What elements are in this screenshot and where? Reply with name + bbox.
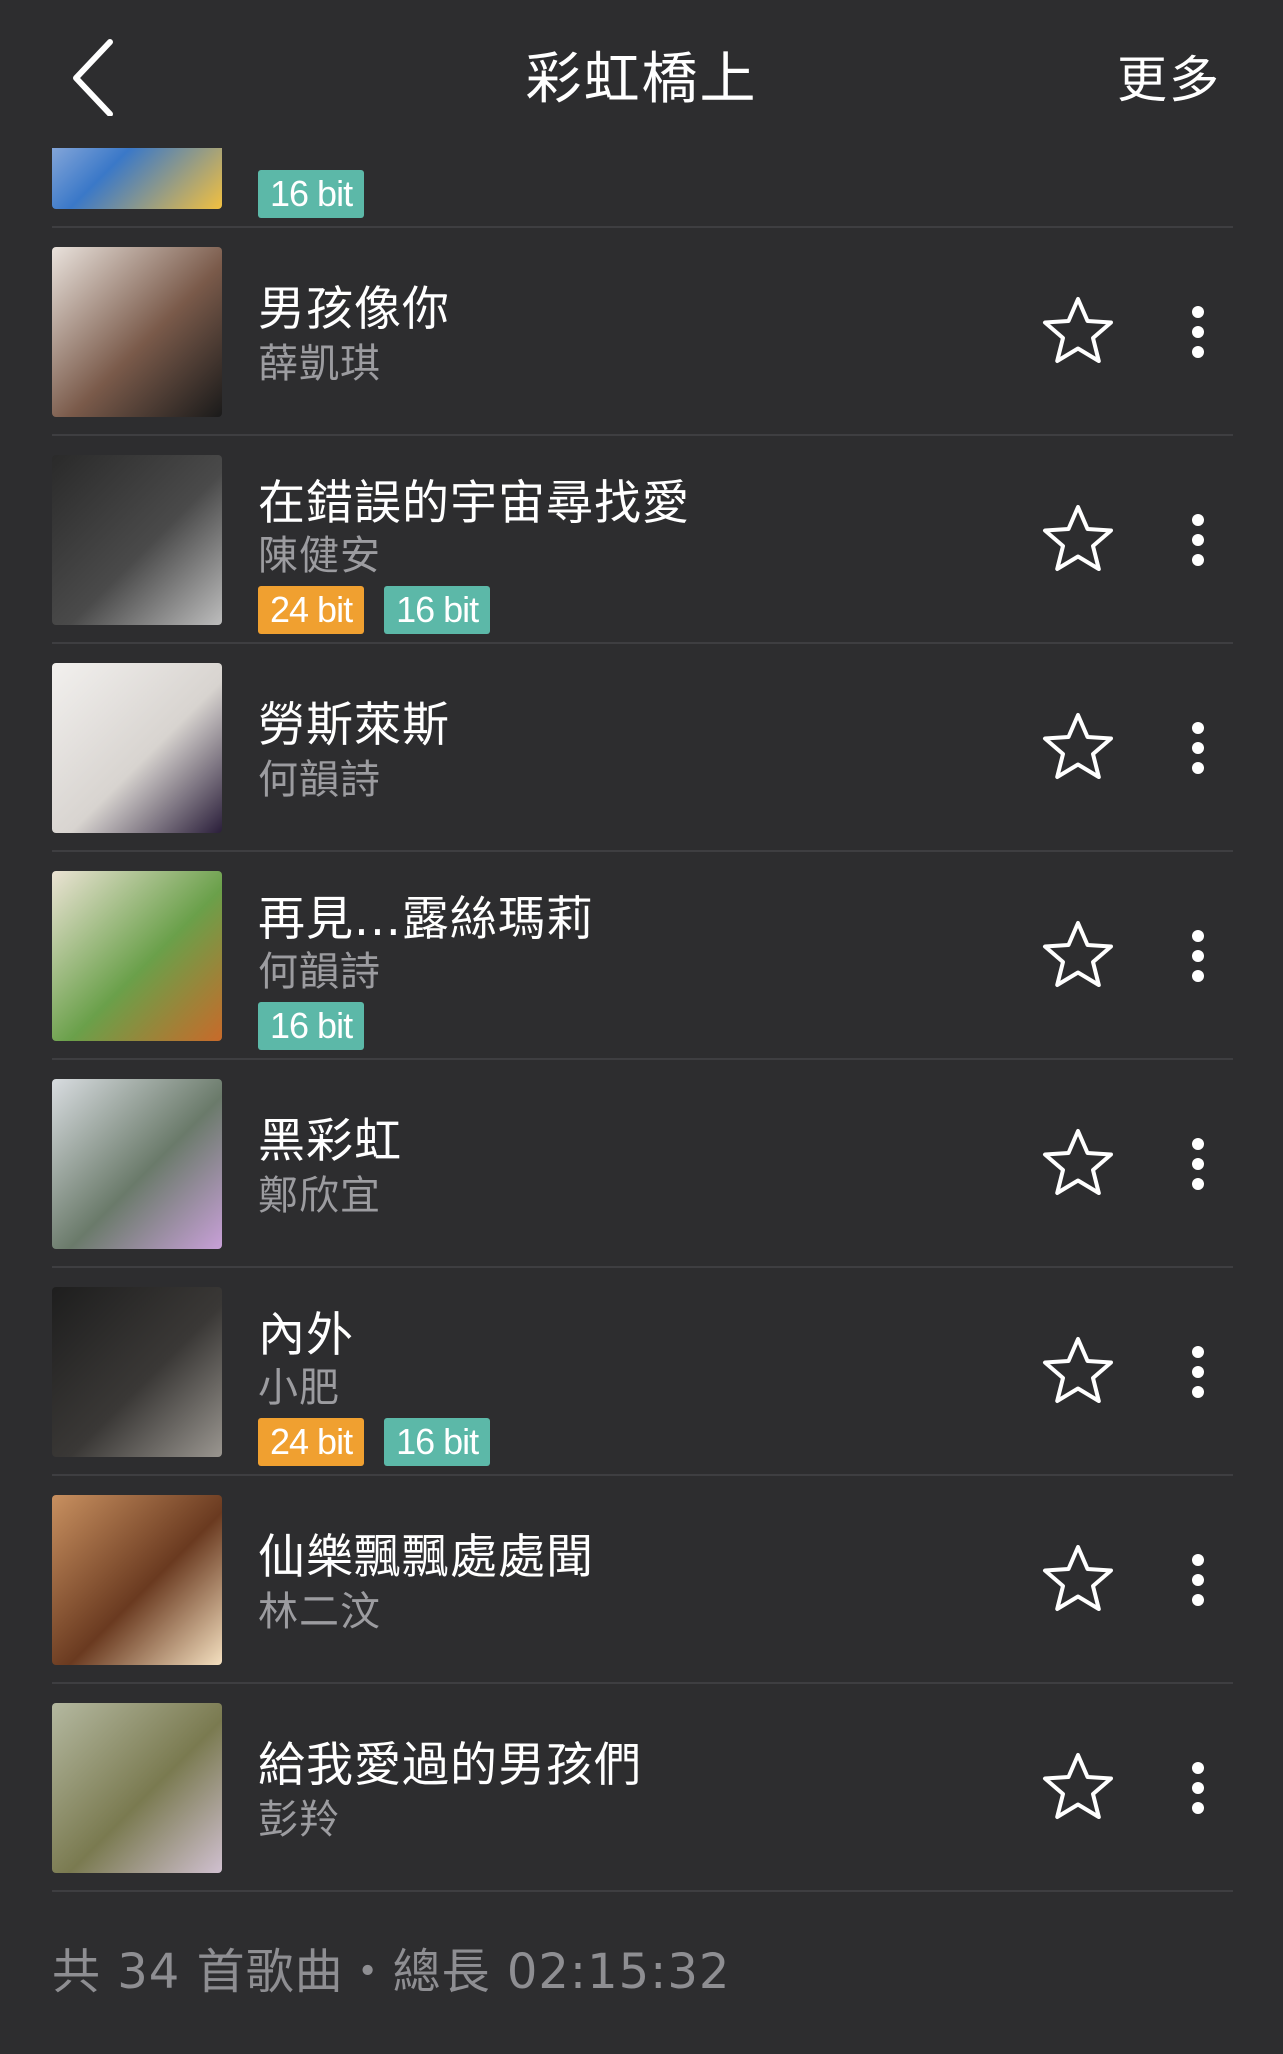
song-row[interactable]: 給我愛過的男孩們 彭羚 — [0, 1684, 1283, 1892]
menu-dot — [1192, 722, 1204, 734]
album-cover — [52, 247, 222, 417]
page-title: 彩虹橋上 — [525, 47, 758, 112]
album-cover — [52, 663, 222, 833]
menu-dot — [1192, 1782, 1204, 1794]
menu-dot — [1192, 1802, 1204, 1814]
menu-dot — [1192, 950, 1204, 962]
quality-badge: 16 bit — [384, 1418, 491, 1466]
song-artist: 何韻詩 — [258, 949, 381, 995]
menu-dot — [1192, 1346, 1204, 1358]
album-cover — [52, 1079, 222, 1249]
more-vertical-icon[interactable] — [1178, 918, 1218, 994]
song-title: 仙樂飄飄處處聞 — [258, 1530, 594, 1585]
menu-dot — [1192, 1762, 1204, 1774]
menu-dot — [1192, 1574, 1204, 1586]
favorite-button[interactable] — [1040, 1750, 1116, 1826]
menu-dot — [1192, 1138, 1204, 1150]
menu-dot — [1192, 554, 1204, 566]
quality-badge: 16 bit — [258, 170, 365, 218]
menu-dot — [1192, 762, 1204, 774]
star-outline-icon — [1043, 1753, 1113, 1819]
nav-bar: 彩虹橋上 更多 — [0, 0, 1283, 148]
menu-dot — [1192, 1386, 1204, 1398]
playlist-summary: 共 34 首歌曲・總長 02:15:32 — [52, 1944, 731, 2000]
song-title: 給我愛過的男孩們 — [258, 1738, 642, 1793]
star-outline-icon — [1043, 1337, 1113, 1403]
song-row[interactable]: 黑彩虹 鄭欣宜 — [0, 1060, 1283, 1268]
song-title: 黑彩虹 — [258, 1114, 402, 1169]
song-artist: 鄭欣宜 — [258, 1173, 381, 1219]
favorite-button[interactable] — [1040, 1542, 1116, 1618]
quality-badges: 16 bit — [258, 1002, 365, 1050]
song-row[interactable]: 再見...露絲瑪莉 何韻詩 16 bit — [0, 852, 1283, 1060]
quality-badges: 24 bit 16 bit — [258, 586, 491, 634]
quality-badge: 24 bit — [258, 1418, 365, 1466]
more-button[interactable]: 更多 — [1117, 40, 1221, 120]
song-title: 勞斯萊斯 — [258, 698, 450, 753]
song-title: 再見...露絲瑪莉 — [258, 892, 594, 947]
album-cover — [52, 1495, 222, 1665]
quality-badge: 16 bit — [384, 586, 491, 634]
quality-badge: 16 bit — [258, 1002, 365, 1050]
song-title: 在錯誤的宇宙尋找愛 — [258, 476, 690, 531]
quality-badges: 24 bit 16 bit — [258, 1418, 491, 1466]
star-outline-icon — [1043, 297, 1113, 363]
star-outline-icon — [1043, 505, 1113, 571]
favorite-button[interactable] — [1040, 1334, 1116, 1410]
song-title: 內外 — [258, 1308, 354, 1363]
star-outline-icon — [1043, 1545, 1113, 1611]
favorite-button[interactable] — [1040, 502, 1116, 578]
album-cover — [52, 1703, 222, 1873]
favorite-button[interactable] — [1040, 294, 1116, 370]
song-row[interactable]: 男孩像你 薛凱琪 — [0, 228, 1283, 436]
menu-dot — [1192, 346, 1204, 358]
star-outline-icon — [1043, 713, 1113, 779]
favorite-button[interactable] — [1040, 918, 1116, 994]
song-artist: 小肥 — [258, 1365, 340, 1411]
favorite-button[interactable] — [1040, 710, 1116, 786]
song-artist: 彭羚 — [258, 1797, 340, 1843]
star-outline-icon — [1043, 921, 1113, 987]
more-vertical-icon[interactable] — [1178, 710, 1218, 786]
menu-dot — [1192, 306, 1204, 318]
more-vertical-icon[interactable] — [1178, 1542, 1218, 1618]
more-vertical-icon[interactable] — [1178, 1126, 1218, 1202]
menu-dot — [1192, 1178, 1204, 1190]
more-vertical-icon[interactable] — [1178, 1334, 1218, 1410]
song-row[interactable]: 勞斯萊斯 何韻詩 — [0, 644, 1283, 852]
song-artist: 林二汶 — [258, 1589, 381, 1635]
album-cover — [52, 1287, 222, 1457]
menu-dot — [1192, 514, 1204, 526]
quality-badges: 16 bit — [258, 170, 365, 218]
playlist-screen: 16 bit 男孩像你 薛凱琪在錯誤的宇宙尋找愛 陳健安 24 bit 16 bit 勞斯萊… — [0, 0, 1283, 2054]
more-vertical-icon[interactable] — [1178, 294, 1218, 370]
star-outline-icon — [1043, 1129, 1113, 1195]
song-artist: 陳健安 — [258, 533, 381, 579]
menu-dot — [1192, 1158, 1204, 1170]
menu-dot — [1192, 970, 1204, 982]
menu-dot — [1192, 742, 1204, 754]
song-row[interactable]: 內外 小肥 24 bit 16 bit — [0, 1268, 1283, 1476]
song-title: 男孩像你 — [258, 282, 450, 337]
menu-dot — [1192, 534, 1204, 546]
song-row[interactable]: 仙樂飄飄處處聞 林二汶 — [0, 1476, 1283, 1684]
song-artist: 何韻詩 — [258, 757, 381, 803]
more-vertical-icon[interactable] — [1178, 1750, 1218, 1826]
album-cover — [52, 871, 222, 1041]
menu-dot — [1192, 326, 1204, 338]
menu-dot — [1192, 930, 1204, 942]
menu-dot — [1192, 1594, 1204, 1606]
song-row[interactable]: 在錯誤的宇宙尋找愛 陳健安 24 bit 16 bit — [0, 436, 1283, 644]
favorite-button[interactable] — [1040, 1126, 1116, 1202]
menu-dot — [1192, 1554, 1204, 1566]
more-vertical-icon[interactable] — [1178, 502, 1218, 578]
album-cover — [52, 455, 222, 625]
quality-badge: 24 bit — [258, 586, 365, 634]
song-artist: 薛凱琪 — [258, 341, 381, 387]
row-divider — [52, 1890, 1233, 1892]
menu-dot — [1192, 1366, 1204, 1378]
